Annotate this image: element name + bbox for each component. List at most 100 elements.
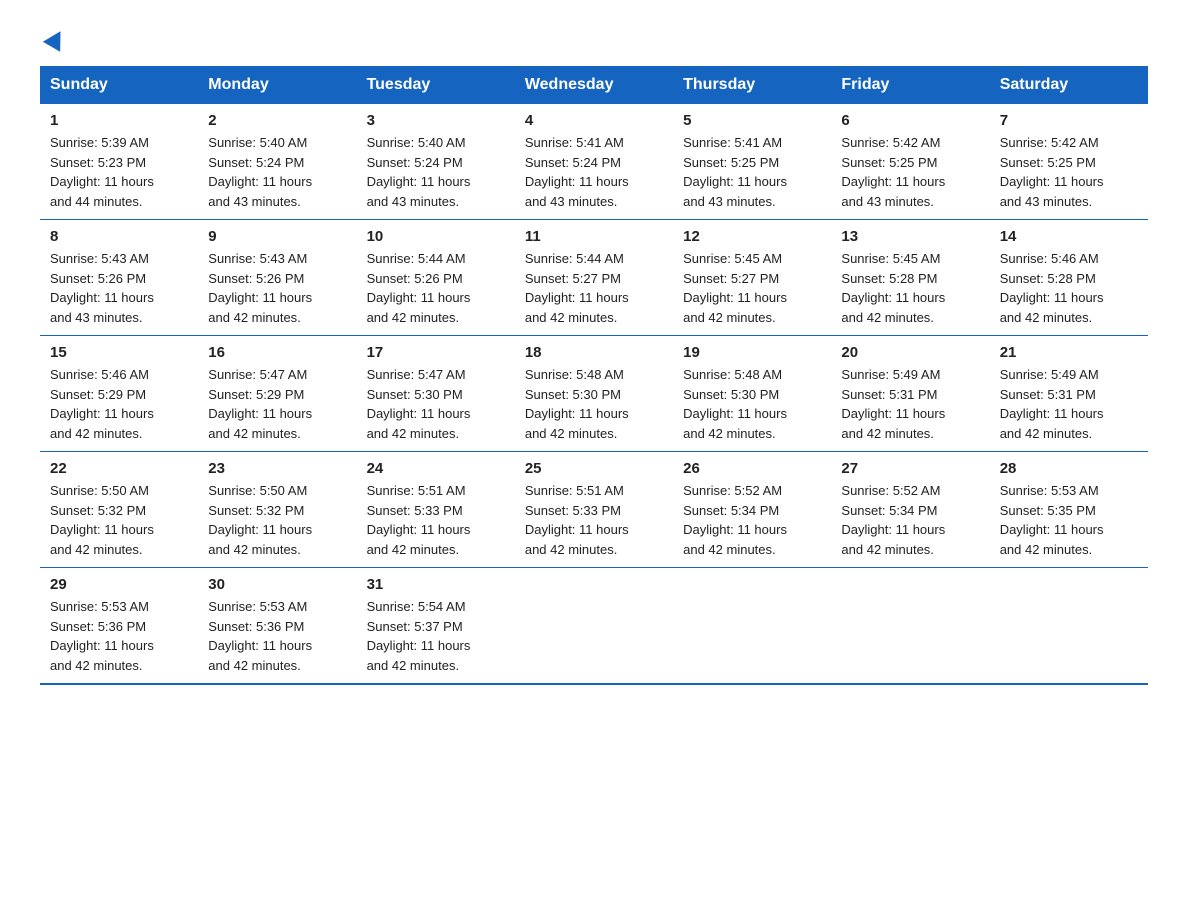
day-number: 6 [841, 112, 979, 129]
calendar-cell: 27 Sunrise: 5:52 AMSunset: 5:34 PMDaylig… [831, 452, 989, 568]
day-info: Sunrise: 5:50 AMSunset: 5:32 PMDaylight:… [208, 483, 312, 557]
day-number: 24 [367, 460, 505, 477]
day-info: Sunrise: 5:48 AMSunset: 5:30 PMDaylight:… [525, 367, 629, 441]
calendar-cell: 26 Sunrise: 5:52 AMSunset: 5:34 PMDaylig… [673, 452, 831, 568]
logo [40, 30, 66, 48]
calendar-cell: 30 Sunrise: 5:53 AMSunset: 5:36 PMDaylig… [198, 568, 356, 685]
day-number: 20 [841, 344, 979, 361]
calendar-cell: 15 Sunrise: 5:46 AMSunset: 5:29 PMDaylig… [40, 336, 198, 452]
day-number: 23 [208, 460, 346, 477]
day-number: 2 [208, 112, 346, 129]
week-row-4: 22 Sunrise: 5:50 AMSunset: 5:32 PMDaylig… [40, 452, 1148, 568]
day-info: Sunrise: 5:41 AMSunset: 5:25 PMDaylight:… [683, 135, 787, 209]
day-number: 15 [50, 344, 188, 361]
calendar-cell [515, 568, 673, 685]
calendar-cell: 13 Sunrise: 5:45 AMSunset: 5:28 PMDaylig… [831, 220, 989, 336]
week-row-3: 15 Sunrise: 5:46 AMSunset: 5:29 PMDaylig… [40, 336, 1148, 452]
calendar-cell: 14 Sunrise: 5:46 AMSunset: 5:28 PMDaylig… [990, 220, 1148, 336]
calendar-cell: 11 Sunrise: 5:44 AMSunset: 5:27 PMDaylig… [515, 220, 673, 336]
calendar-cell: 1 Sunrise: 5:39 AMSunset: 5:23 PMDayligh… [40, 104, 198, 220]
day-number: 13 [841, 228, 979, 245]
calendar-cell: 25 Sunrise: 5:51 AMSunset: 5:33 PMDaylig… [515, 452, 673, 568]
day-number: 16 [208, 344, 346, 361]
day-info: Sunrise: 5:42 AMSunset: 5:25 PMDaylight:… [841, 135, 945, 209]
header-thursday: Thursday [673, 66, 831, 104]
calendar-cell: 6 Sunrise: 5:42 AMSunset: 5:25 PMDayligh… [831, 104, 989, 220]
calendar-cell: 23 Sunrise: 5:50 AMSunset: 5:32 PMDaylig… [198, 452, 356, 568]
day-info: Sunrise: 5:44 AMSunset: 5:27 PMDaylight:… [525, 251, 629, 325]
day-number: 31 [367, 576, 505, 593]
calendar-cell: 4 Sunrise: 5:41 AMSunset: 5:24 PMDayligh… [515, 104, 673, 220]
day-info: Sunrise: 5:47 AMSunset: 5:30 PMDaylight:… [367, 367, 471, 441]
day-number: 9 [208, 228, 346, 245]
calendar-cell [990, 568, 1148, 685]
header-saturday: Saturday [990, 66, 1148, 104]
day-info: Sunrise: 5:53 AMSunset: 5:35 PMDaylight:… [1000, 483, 1104, 557]
header-friday: Friday [831, 66, 989, 104]
header-wednesday: Wednesday [515, 66, 673, 104]
day-info: Sunrise: 5:53 AMSunset: 5:36 PMDaylight:… [208, 599, 312, 673]
day-info: Sunrise: 5:48 AMSunset: 5:30 PMDaylight:… [683, 367, 787, 441]
day-info: Sunrise: 5:43 AMSunset: 5:26 PMDaylight:… [208, 251, 312, 325]
calendar-cell [831, 568, 989, 685]
day-info: Sunrise: 5:51 AMSunset: 5:33 PMDaylight:… [525, 483, 629, 557]
day-info: Sunrise: 5:39 AMSunset: 5:23 PMDaylight:… [50, 135, 154, 209]
day-info: Sunrise: 5:52 AMSunset: 5:34 PMDaylight:… [841, 483, 945, 557]
calendar-cell: 8 Sunrise: 5:43 AMSunset: 5:26 PMDayligh… [40, 220, 198, 336]
day-number: 18 [525, 344, 663, 361]
day-number: 21 [1000, 344, 1138, 361]
calendar-cell: 20 Sunrise: 5:49 AMSunset: 5:31 PMDaylig… [831, 336, 989, 452]
header-monday: Monday [198, 66, 356, 104]
day-number: 26 [683, 460, 821, 477]
logo-blue-text [40, 30, 66, 48]
day-info: Sunrise: 5:41 AMSunset: 5:24 PMDaylight:… [525, 135, 629, 209]
day-info: Sunrise: 5:46 AMSunset: 5:28 PMDaylight:… [1000, 251, 1104, 325]
day-info: Sunrise: 5:49 AMSunset: 5:31 PMDaylight:… [841, 367, 945, 441]
day-info: Sunrise: 5:46 AMSunset: 5:29 PMDaylight:… [50, 367, 154, 441]
day-info: Sunrise: 5:43 AMSunset: 5:26 PMDaylight:… [50, 251, 154, 325]
day-info: Sunrise: 5:45 AMSunset: 5:27 PMDaylight:… [683, 251, 787, 325]
day-number: 11 [525, 228, 663, 245]
calendar-cell: 17 Sunrise: 5:47 AMSunset: 5:30 PMDaylig… [357, 336, 515, 452]
calendar-cell: 10 Sunrise: 5:44 AMSunset: 5:26 PMDaylig… [357, 220, 515, 336]
day-info: Sunrise: 5:47 AMSunset: 5:29 PMDaylight:… [208, 367, 312, 441]
calendar-cell: 16 Sunrise: 5:47 AMSunset: 5:29 PMDaylig… [198, 336, 356, 452]
calendar-cell: 28 Sunrise: 5:53 AMSunset: 5:35 PMDaylig… [990, 452, 1148, 568]
calendar-cell: 7 Sunrise: 5:42 AMSunset: 5:25 PMDayligh… [990, 104, 1148, 220]
day-number: 25 [525, 460, 663, 477]
calendar-cell: 19 Sunrise: 5:48 AMSunset: 5:30 PMDaylig… [673, 336, 831, 452]
calendar-table: SundayMondayTuesdayWednesdayThursdayFrid… [40, 66, 1148, 685]
day-number: 10 [367, 228, 505, 245]
week-row-5: 29 Sunrise: 5:53 AMSunset: 5:36 PMDaylig… [40, 568, 1148, 685]
calendar-cell: 9 Sunrise: 5:43 AMSunset: 5:26 PMDayligh… [198, 220, 356, 336]
day-info: Sunrise: 5:51 AMSunset: 5:33 PMDaylight:… [367, 483, 471, 557]
day-number: 27 [841, 460, 979, 477]
calendar-cell: 2 Sunrise: 5:40 AMSunset: 5:24 PMDayligh… [198, 104, 356, 220]
calendar-cell: 24 Sunrise: 5:51 AMSunset: 5:33 PMDaylig… [357, 452, 515, 568]
calendar-cell: 12 Sunrise: 5:45 AMSunset: 5:27 PMDaylig… [673, 220, 831, 336]
day-info: Sunrise: 5:53 AMSunset: 5:36 PMDaylight:… [50, 599, 154, 673]
calendar-cell: 5 Sunrise: 5:41 AMSunset: 5:25 PMDayligh… [673, 104, 831, 220]
day-number: 3 [367, 112, 505, 129]
day-info: Sunrise: 5:52 AMSunset: 5:34 PMDaylight:… [683, 483, 787, 557]
day-number: 5 [683, 112, 821, 129]
day-info: Sunrise: 5:40 AMSunset: 5:24 PMDaylight:… [367, 135, 471, 209]
calendar-cell: 21 Sunrise: 5:49 AMSunset: 5:31 PMDaylig… [990, 336, 1148, 452]
calendar-cell: 18 Sunrise: 5:48 AMSunset: 5:30 PMDaylig… [515, 336, 673, 452]
logo-triangle-icon [43, 26, 69, 52]
header-tuesday: Tuesday [357, 66, 515, 104]
day-number: 19 [683, 344, 821, 361]
day-number: 22 [50, 460, 188, 477]
day-number: 28 [1000, 460, 1138, 477]
day-number: 29 [50, 576, 188, 593]
calendar-cell: 3 Sunrise: 5:40 AMSunset: 5:24 PMDayligh… [357, 104, 515, 220]
header-sunday: Sunday [40, 66, 198, 104]
day-number: 17 [367, 344, 505, 361]
day-info: Sunrise: 5:45 AMSunset: 5:28 PMDaylight:… [841, 251, 945, 325]
calendar-cell: 29 Sunrise: 5:53 AMSunset: 5:36 PMDaylig… [40, 568, 198, 685]
day-info: Sunrise: 5:40 AMSunset: 5:24 PMDaylight:… [208, 135, 312, 209]
day-info: Sunrise: 5:49 AMSunset: 5:31 PMDaylight:… [1000, 367, 1104, 441]
day-number: 8 [50, 228, 188, 245]
calendar-cell [673, 568, 831, 685]
day-number: 30 [208, 576, 346, 593]
